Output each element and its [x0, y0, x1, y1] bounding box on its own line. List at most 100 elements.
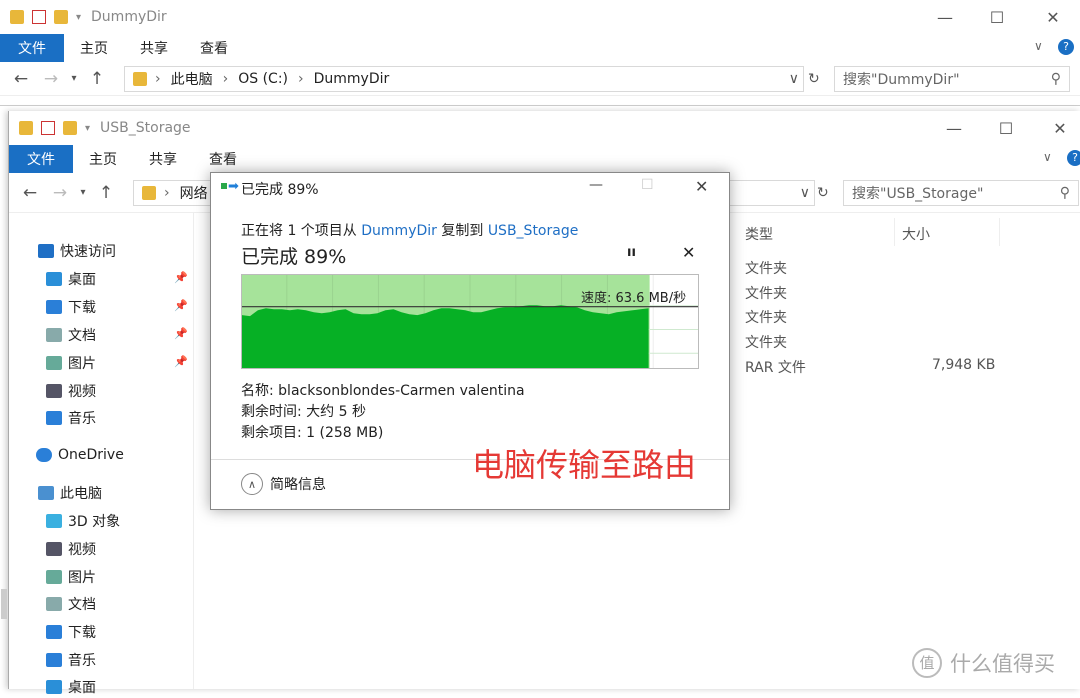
up-button[interactable]: ↑	[82, 69, 112, 89]
nav-item[interactable]: 下载	[46, 621, 96, 643]
folder-icon	[133, 72, 147, 86]
file-type[interactable]: 文件夹	[745, 332, 787, 352]
properties-icon[interactable]	[41, 121, 55, 135]
tab-home[interactable]: 主页	[73, 145, 133, 173]
forward-button[interactable]: →	[36, 69, 66, 89]
window-title: USB_Storage	[100, 120, 191, 136]
minimize-button[interactable]: —	[918, 0, 972, 34]
desktop-icon	[46, 680, 62, 694]
download-icon	[46, 625, 62, 639]
up-button[interactable]: ↑	[91, 183, 121, 203]
pin-icon[interactable]: 📌	[174, 271, 188, 284]
nav-item[interactable]: 文档	[46, 593, 96, 615]
chevron-down-icon[interactable]: ▾	[76, 12, 81, 23]
window-title: DummyDir	[91, 9, 167, 25]
nav-item[interactable]: 图片	[46, 352, 96, 374]
nav-item[interactable]: 图片	[46, 566, 96, 588]
close-button[interactable]: ✕	[1033, 111, 1080, 145]
column-size[interactable]: 大小	[902, 224, 930, 244]
pause-button[interactable]: ıı	[627, 245, 636, 260]
nav-item[interactable]: 3D 对象	[46, 510, 120, 532]
nav-item[interactable]: 桌面	[46, 676, 96, 698]
time-remaining: 剩余时间: 大约 5 秒	[241, 404, 366, 420]
source-link[interactable]: DummyDir	[361, 223, 437, 239]
star-icon	[38, 244, 54, 258]
file-type[interactable]: 文件夹	[745, 283, 787, 303]
new-folder-icon[interactable]	[63, 121, 77, 135]
cloud-icon	[36, 448, 52, 462]
forward-button[interactable]: →	[45, 183, 75, 203]
nav-item[interactable]: 视频	[46, 380, 96, 402]
column-type[interactable]: 类型	[745, 224, 773, 244]
file-type[interactable]: 文件夹	[745, 307, 787, 327]
nav-item[interactable]: 下载	[46, 296, 96, 318]
address-input[interactable]: › 此电脑 › OS (C:) › DummyDir ∨	[124, 66, 804, 92]
nav-item[interactable]: 桌面	[46, 268, 96, 290]
nav-item[interactable]: 文档	[46, 324, 96, 346]
minimize-button[interactable]: —	[589, 177, 603, 193]
nav-item[interactable]: 快速访问	[38, 240, 116, 262]
nav-item[interactable]: 视频	[46, 538, 96, 560]
search-input[interactable]: 搜索"USB_Storage" ⚲	[843, 180, 1079, 206]
chevron-down-icon[interactable]: ▾	[85, 123, 90, 134]
minimize-button[interactable]: —	[927, 111, 981, 145]
file-type[interactable]: RAR 文件	[745, 357, 806, 377]
pin-icon[interactable]: 📌	[174, 355, 188, 368]
address-dropdown-icon[interactable]: ∨	[800, 185, 810, 201]
tab-share[interactable]: 共享	[124, 34, 184, 62]
speed-area	[242, 305, 649, 368]
ribbon-expand-icon[interactable]: ∨	[1043, 150, 1052, 164]
cancel-button[interactable]: ✕	[682, 243, 695, 262]
destination-link[interactable]: USB_Storage	[488, 223, 579, 239]
address-bar-row: ← → ▾ ↑ › 此电脑 › OS (C:) › DummyDir ∨ ↻ 搜…	[0, 62, 1080, 96]
document-icon	[46, 328, 62, 342]
cube-icon	[46, 514, 62, 528]
watermark: 值 什么值得买	[912, 648, 1055, 678]
back-button[interactable]: ←	[15, 183, 45, 203]
tab-file[interactable]: 文件	[0, 34, 64, 62]
maximize-button[interactable]: ☐	[979, 111, 1033, 145]
search-input[interactable]: 搜索"DummyDir" ⚲	[834, 66, 1070, 92]
recent-dropdown[interactable]: ▾	[75, 187, 91, 198]
refresh-icon[interactable]: ↻	[808, 71, 820, 87]
breadcrumb-item[interactable]: OS (C:)	[238, 71, 288, 87]
nav-item[interactable]: OneDrive	[36, 444, 124, 466]
title-bar: ▾ DummyDir — ☐ ✕	[0, 0, 1080, 34]
pin-icon[interactable]: 📌	[174, 327, 188, 340]
maximize-button: ☐	[641, 177, 654, 193]
refresh-icon[interactable]: ↻	[817, 185, 829, 201]
pin-icon[interactable]: 📌	[174, 299, 188, 312]
back-button[interactable]: ←	[6, 69, 36, 89]
properties-icon[interactable]	[32, 10, 46, 24]
file-type[interactable]: 文件夹	[745, 258, 787, 278]
breadcrumb-item[interactable]: 网络	[180, 183, 208, 203]
maximize-button[interactable]: ☐	[970, 0, 1024, 34]
tab-home[interactable]: 主页	[64, 34, 124, 62]
copy-description: 正在将 1 个项目从 DummyDir 复制到 USB_Storage	[241, 223, 579, 239]
fewer-details-toggle[interactable]: ∧ 简略信息	[241, 473, 326, 495]
nav-item[interactable]: 音乐	[46, 649, 96, 671]
tab-view[interactable]: 查看	[184, 34, 244, 62]
breadcrumb-item[interactable]: 此电脑	[171, 69, 213, 89]
file-size[interactable]: 7,948 KB	[932, 357, 995, 373]
tab-file[interactable]: 文件	[9, 145, 73, 173]
title-bar: ▾ USB_Storage — ☐ ✕	[9, 111, 1080, 145]
close-button[interactable]: ✕	[1026, 0, 1080, 34]
new-folder-icon[interactable]	[54, 10, 68, 24]
recent-dropdown[interactable]: ▾	[66, 73, 82, 84]
scrollbar-thumb[interactable]	[1, 589, 7, 619]
help-icon[interactable]: ?	[1067, 150, 1080, 166]
chevron-up-icon: ∧	[241, 473, 263, 495]
help-icon[interactable]: ?	[1058, 39, 1074, 55]
close-button[interactable]: ✕	[695, 177, 708, 196]
folder-icon	[19, 121, 33, 135]
nav-item[interactable]: 音乐	[46, 407, 96, 429]
file-name: 名称: blacksonblondes-Carmen valentina	[241, 383, 525, 399]
address-dropdown-icon[interactable]: ∨	[789, 71, 799, 87]
tab-share[interactable]: 共享	[133, 145, 193, 173]
ribbon-expand-icon[interactable]: ∨	[1034, 39, 1043, 53]
breadcrumb-item[interactable]: DummyDir	[314, 71, 390, 87]
tab-view[interactable]: 查看	[193, 145, 253, 173]
watermark-logo-icon: 值	[912, 648, 942, 678]
nav-item[interactable]: 此电脑	[38, 482, 102, 504]
